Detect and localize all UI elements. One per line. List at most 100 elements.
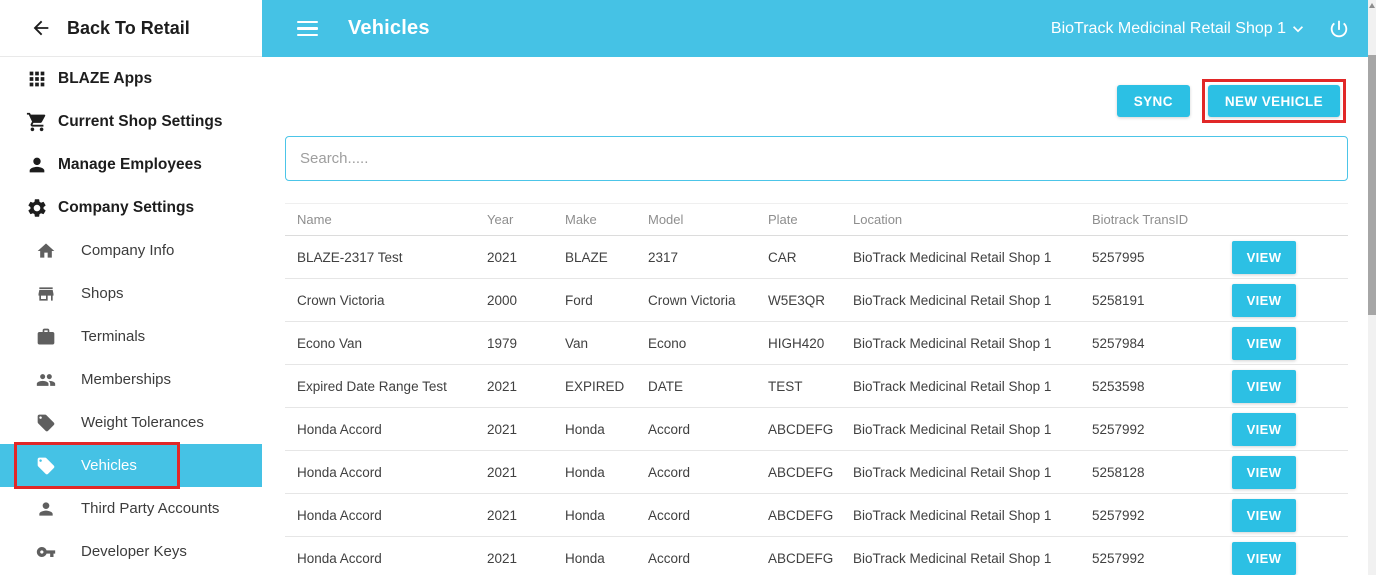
table-row: Honda Accord 2021 Honda Accord ABCDEFG BioTra…: [285, 451, 1348, 494]
apps-icon: [26, 68, 48, 90]
cell-year: 2021: [487, 378, 518, 394]
sidebar-item-label: Shops: [81, 285, 124, 302]
cell-biotrack-transid: 5253598: [1092, 378, 1145, 394]
cell-model: Accord: [648, 550, 691, 566]
sidebar-item-blaze-apps[interactable]: BLAZE Apps: [0, 57, 262, 100]
cell-make: Honda: [565, 550, 605, 566]
sidebar-item-shops[interactable]: Shops: [0, 272, 262, 315]
column-header-plate: Plate: [768, 212, 798, 227]
scrollbar-up-arrow[interactable]: [1369, 3, 1375, 8]
sidebar-item-label: Current Shop Settings: [58, 112, 223, 130]
view-button[interactable]: VIEW: [1232, 541, 1296, 575]
cell-make: Honda: [565, 421, 605, 437]
cell-name: Honda Accord: [297, 550, 382, 566]
cell-plate: ABCDEFG: [768, 550, 834, 566]
tag-icon: [36, 413, 56, 433]
back-to-retail[interactable]: Back To Retail: [0, 0, 262, 57]
sidebar-item-company-settings[interactable]: Company Settings: [0, 186, 262, 229]
back-to-retail-label: Back To Retail: [67, 17, 190, 38]
people-icon: [36, 370, 56, 390]
view-button[interactable]: VIEW: [1232, 326, 1296, 360]
cell-year: 2021: [487, 550, 518, 566]
sync-button[interactable]: SYNC: [1116, 85, 1190, 117]
key-icon: [36, 542, 56, 562]
view-button[interactable]: VIEW: [1232, 455, 1296, 489]
search-input[interactable]: [285, 136, 1348, 181]
view-button[interactable]: VIEW: [1232, 240, 1296, 274]
cell-biotrack-transid: 5257992: [1092, 507, 1145, 523]
cell-model: Crown Victoria: [648, 292, 736, 308]
sidebar-item-developer-keys[interactable]: Developer Keys: [0, 530, 262, 573]
sidebar-item-weight-tolerances[interactable]: Weight Tolerances: [0, 401, 262, 444]
shop-selector-dropdown[interactable]: BioTrack Medicinal Retail Shop 1: [1051, 19, 1308, 39]
sidebar-item-third-party-accounts[interactable]: Third Party Accounts: [0, 487, 262, 530]
cell-make: Honda: [565, 464, 605, 480]
cell-name: Honda Accord: [297, 507, 382, 523]
sidebar-item-label: Developer Keys: [81, 543, 187, 560]
cell-biotrack-transid: 5257995: [1092, 249, 1145, 265]
sidebar-item-label: Weight Tolerances: [81, 414, 204, 431]
new-vehicle-button[interactable]: NEW VEHICLE: [1207, 85, 1340, 117]
view-button[interactable]: VIEW: [1232, 369, 1296, 403]
topbar-right: BioTrack Medicinal Retail Shop 1: [1051, 18, 1350, 40]
cell-plate: CAR: [768, 249, 797, 265]
table-row: Honda Accord 2021 Honda Accord ABCDEFG BioTra…: [285, 408, 1348, 451]
cell-year: 2021: [487, 421, 518, 437]
sidebar-item-vehicles[interactable]: Vehicles: [0, 442, 262, 489]
sidebar-item-manage-employees[interactable]: Manage Employees: [0, 143, 262, 186]
topbar: Vehicles BioTrack Medicinal Retail Shop …: [262, 0, 1368, 57]
cell-name: Honda Accord: [297, 421, 382, 437]
cell-model: Accord: [648, 421, 691, 437]
column-header-biotrack-transid: Biotrack TransID: [1092, 212, 1189, 227]
cell-name: Honda Accord: [297, 464, 382, 480]
gear-icon: [26, 197, 48, 219]
sidebar-item-terminals[interactable]: Terminals: [0, 315, 262, 358]
cell-make: Van: [565, 335, 589, 351]
cell-biotrack-transid: 5257984: [1092, 335, 1145, 351]
sidebar-item-company-info[interactable]: Company Info: [0, 229, 262, 272]
view-button[interactable]: VIEW: [1232, 412, 1296, 446]
cell-biotrack-transid: 5257992: [1092, 550, 1145, 566]
cell-year: 1979: [487, 335, 518, 351]
sidebar-item-label: Company Info: [81, 242, 175, 259]
view-button[interactable]: VIEW: [1232, 498, 1296, 532]
power-icon[interactable]: [1328, 18, 1350, 40]
cell-plate: ABCDEFG: [768, 421, 834, 437]
view-button[interactable]: VIEW: [1232, 283, 1296, 317]
sidebar-item-label: Manage Employees: [58, 155, 202, 173]
cell-make: BLAZE: [565, 249, 608, 265]
sidebar-item-current-shop-settings[interactable]: Current Shop Settings: [0, 100, 262, 143]
page-scrollbar[interactable]: [1368, 0, 1376, 575]
cell-location: BioTrack Medicinal Retail Shop 1: [853, 292, 1052, 308]
chevron-down-icon: [1288, 19, 1308, 39]
back-arrow-icon[interactable]: [30, 17, 52, 39]
scrollbar-thumb[interactable]: [1368, 55, 1376, 315]
cell-make: Honda: [565, 507, 605, 523]
page-title: Vehicles: [348, 17, 430, 39]
person-icon: [36, 499, 56, 519]
main-content: SYNC NEW VEHICLE Name Year Make Model Plate L…: [262, 57, 1368, 575]
cell-location: BioTrack Medicinal Retail Shop 1: [853, 378, 1052, 394]
search-container: [285, 136, 1348, 181]
toolbar: SYNC NEW VEHICLE: [1116, 79, 1346, 123]
table-header-row: Name Year Make Model Plate Location Biotrack T…: [285, 203, 1348, 236]
column-header-make: Make: [565, 212, 597, 227]
sidebar-item-label: Memberships: [81, 371, 172, 388]
table-row: Econo Van 1979 Van Econo HIGH420 BioTrack Med…: [285, 322, 1348, 365]
column-header-year: Year: [487, 212, 514, 227]
store-icon: [36, 284, 56, 304]
table-row: Crown Victoria 2000 Ford Crown Victoria W5E3…: [285, 279, 1348, 322]
cell-biotrack-transid: 5258128: [1092, 464, 1145, 480]
sidebar-item-label: Vehicles: [81, 457, 137, 474]
home-icon: [36, 241, 56, 261]
sidebar-item-label: BLAZE Apps: [58, 69, 153, 87]
sidebar-item-memberships[interactable]: Memberships: [0, 358, 262, 401]
tag-icon: [36, 456, 56, 476]
column-header-model: Model: [648, 212, 684, 227]
cell-year: 2021: [487, 507, 518, 523]
highlight-box-new-vehicle: NEW VEHICLE: [1201, 79, 1346, 123]
cell-year: 2021: [487, 249, 518, 265]
menu-icon[interactable]: [297, 20, 318, 37]
cell-make: EXPIRED: [565, 378, 625, 394]
column-header-location: Location: [853, 212, 903, 227]
